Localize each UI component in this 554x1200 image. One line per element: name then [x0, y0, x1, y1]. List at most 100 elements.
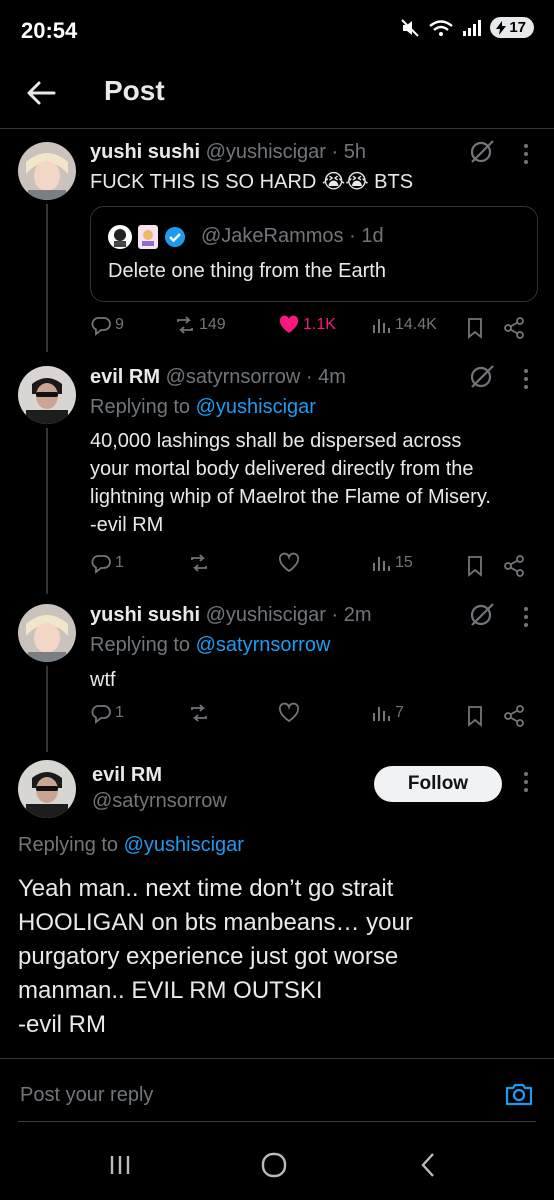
thread-connector: [46, 428, 48, 594]
back-arrow-icon[interactable]: [24, 76, 58, 110]
reply-count: 9: [115, 316, 124, 333]
wifi-icon: [429, 19, 454, 36]
quote-handle-time: @JakeRammos · 1d: [201, 225, 384, 247]
mute-icon: [401, 18, 420, 37]
repost-icon: [191, 704, 207, 722]
author-line[interactable]: evil RM @satyrnsorrow · 4m: [90, 366, 346, 389]
reply-divider: [18, 1121, 536, 1122]
views-count: 15: [395, 554, 413, 571]
reply-count: 1: [115, 554, 124, 571]
more-options-icon[interactable]: [516, 768, 536, 796]
display-name[interactable]: yushi sushi: [90, 141, 200, 163]
share-icon[interactable]: [502, 316, 526, 340]
thread-connector: [46, 666, 48, 752]
replying-to-label: Replying to: [18, 834, 119, 856]
avatar[interactable]: [18, 142, 76, 200]
like-button[interactable]: [278, 552, 300, 574]
repost-button[interactable]: 149: [174, 314, 226, 336]
display-name[interactable]: yushi sushi: [90, 604, 200, 626]
more-options-icon[interactable]: [516, 365, 536, 393]
share-icon[interactable]: [502, 704, 526, 728]
views-button[interactable]: 14.4K: [370, 314, 437, 336]
grok-icon[interactable]: [468, 138, 496, 166]
text-line: 40,000 lashings shall be dispersed acros…: [90, 430, 462, 452]
display-name[interactable]: evil RM: [90, 366, 160, 388]
home-icon[interactable]: [259, 1150, 289, 1180]
more-options-icon[interactable]: [516, 603, 536, 631]
repost-button[interactable]: [188, 552, 210, 574]
handle-time: @yushiscigar · 2m: [205, 604, 372, 626]
charging-icon: [496, 20, 507, 35]
post-text: 40,000 lashings shall be dispersed acros…: [90, 427, 542, 539]
battery-indicator: 17: [490, 17, 534, 38]
reply-button[interactable]: 1: [90, 702, 124, 724]
signal-icon: [463, 19, 482, 36]
handle: @satyrnsorrow: [92, 790, 227, 812]
views-button[interactable]: 15: [370, 552, 413, 574]
action-bar: 1 7: [90, 702, 530, 732]
follow-button[interactable]: Follow: [374, 766, 502, 802]
more-options-icon[interactable]: [516, 140, 536, 168]
action-bar: 9 149 1.1K 14.4K: [90, 314, 530, 344]
action-bar: 1 15: [90, 552, 530, 582]
back-nav-icon[interactable]: [414, 1150, 444, 1180]
text-line: Yeah man.. next time don’t go strait: [18, 875, 394, 902]
heart-icon: [278, 702, 300, 723]
views-count: 7: [395, 704, 404, 721]
avatar[interactable]: [18, 760, 76, 818]
mention-link[interactable]: @yushiscigar: [196, 396, 316, 418]
mention-link[interactable]: @yushiscigar: [124, 834, 244, 856]
reply-button[interactable]: 1: [90, 552, 124, 574]
mention-link[interactable]: @satyrnsorrow: [196, 634, 331, 656]
views-button[interactable]: 7: [370, 702, 404, 724]
heart-filled-icon: [279, 315, 299, 333]
avatar[interactable]: [18, 366, 76, 424]
author-line[interactable]: yushi sushi @yushiscigar · 2m: [90, 604, 372, 627]
status-bar: 20:54 17: [0, 0, 554, 62]
text-line: lightning whip of Maelrot the Flame of M…: [90, 486, 491, 508]
reply-button[interactable]: 9: [90, 314, 124, 336]
repost-count: 149: [199, 316, 226, 333]
quoted-post[interactable]: @JakeRammos · 1d Delete one thing from t…: [90, 206, 538, 302]
replying-to: Replying to @satyrnsorrow: [90, 634, 330, 657]
replying-to-label: Replying to: [90, 634, 191, 656]
camera-icon[interactable]: [504, 1079, 534, 1109]
repost-button[interactable]: [188, 702, 210, 724]
grok-icon[interactable]: [468, 363, 496, 391]
replying-to: Replying to @yushiscigar: [18, 834, 244, 857]
bookmark-icon[interactable]: [464, 316, 486, 340]
status-icons: 17: [400, 17, 534, 38]
repost-icon: [177, 316, 193, 334]
main-post-text: Yeah man.. next time don’t go strait HOO…: [18, 872, 538, 1042]
repost-icon: [191, 554, 207, 572]
top-header: Post: [0, 62, 554, 129]
post-text: FUCK THIS IS SO HARD 😭😭 BTS: [90, 171, 414, 193]
battery-level: 17: [509, 19, 526, 36]
verified-badge-icon: [165, 227, 185, 247]
text-line: purgatory experience just got worse: [18, 943, 399, 970]
like-button[interactable]: 1.1K: [278, 314, 336, 336]
bookmark-icon[interactable]: [464, 554, 486, 578]
reply-icon: [91, 317, 111, 336]
share-icon[interactable]: [502, 554, 526, 578]
thread-connector: [46, 204, 48, 352]
replying-to: Replying to @yushiscigar: [90, 396, 316, 419]
views-icon: [373, 707, 390, 721]
reply-composer: [0, 1058, 554, 1125]
quote-text: Delete one thing from the Earth: [108, 260, 386, 282]
text-line: HOOLIGAN on bts manbeans… your: [18, 909, 413, 936]
reply-input[interactable]: [18, 1083, 482, 1108]
like-button[interactable]: [278, 702, 300, 724]
grok-icon[interactable]: [468, 601, 496, 629]
recent-apps-icon[interactable]: [105, 1150, 135, 1180]
text-line: your mortal body delivered directly from…: [90, 458, 474, 480]
quote-avatar: [108, 225, 132, 249]
display-name[interactable]: evil RM: [92, 764, 162, 787]
avatar[interactable]: [18, 604, 76, 662]
system-nav-bar: [0, 1130, 554, 1200]
bookmark-icon[interactable]: [464, 704, 486, 728]
reply-icon: [91, 555, 111, 574]
author-line[interactable]: yushi sushi @yushiscigar · 5h: [90, 141, 366, 164]
text-line: -evil RM: [18, 1011, 106, 1038]
badge-image-icon: [138, 225, 158, 249]
